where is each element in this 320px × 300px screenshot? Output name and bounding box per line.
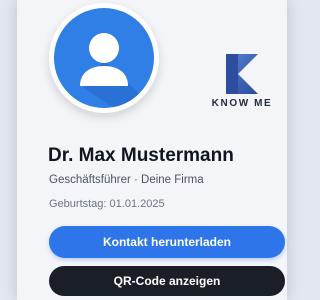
profile-birthday: Geburtstag: 01.01.2025 [49,198,165,210]
user-silhouette-icon [80,33,154,108]
profile-role: Geschäftsführer · Deine Firma [49,174,204,186]
profile-name: Dr. Max Mustermann [48,145,234,166]
profile-card: KNOW ME Dr. Max Mustermann Geschäftsführ… [17,0,287,300]
brand-logo-text: KNOW ME [211,98,273,109]
brand-logo: KNOW ME [207,54,277,114]
k-logo-icon [226,54,258,94]
avatar-circle [54,8,154,108]
show-qr-code-button[interactable]: QR-Code anzeigen [49,266,285,296]
avatar [49,3,159,113]
download-contact-button[interactable]: Kontakt herunterladen [49,226,285,258]
